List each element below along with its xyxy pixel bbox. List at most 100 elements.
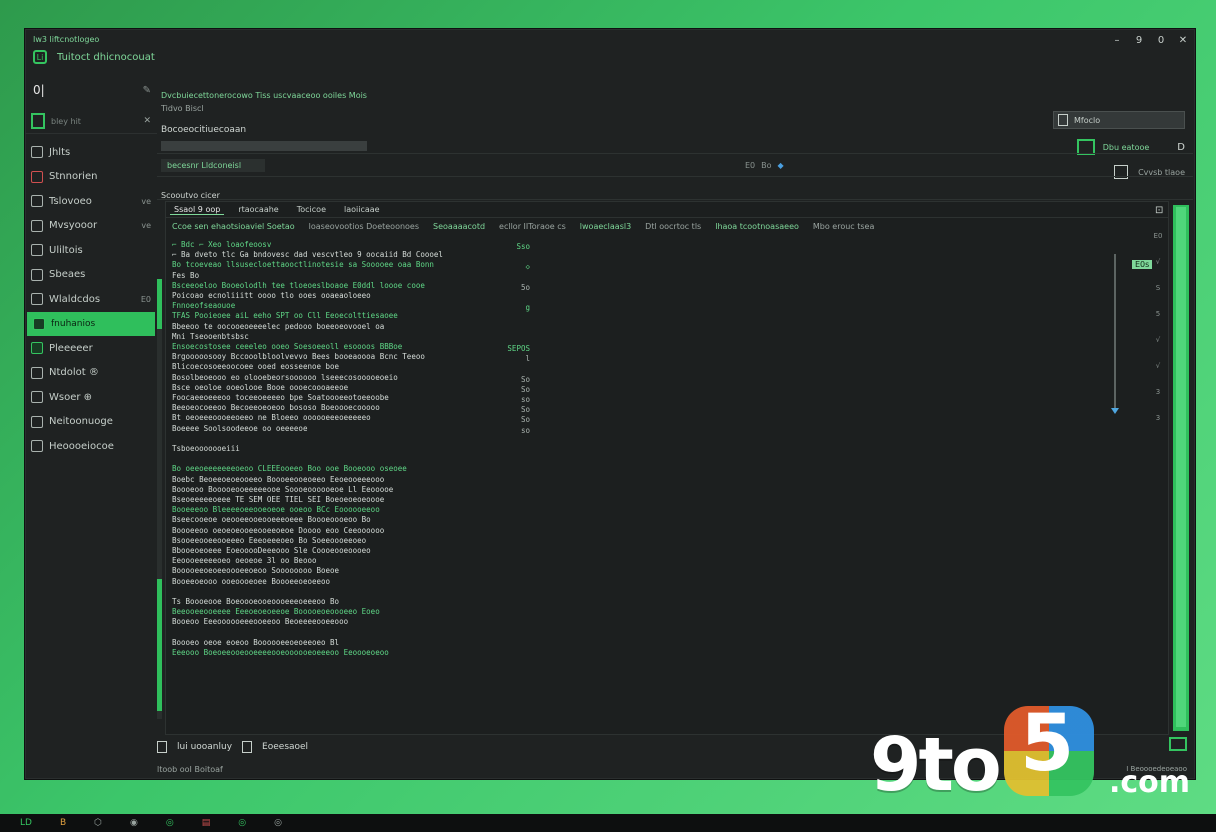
column-headers: Ccoe sen ehaotsioaviel Soetao loaseovooti…	[166, 218, 1168, 235]
tab-2[interactable]: Tocicoe	[293, 205, 330, 214]
filter-diamond-icon[interactable]: ◆	[778, 161, 784, 170]
breadcrumb[interactable]: Dvcbuiecettonerocowo Tiss uscvaaceoo ooi…	[161, 91, 1191, 100]
close-icon[interactable]: ✕	[1177, 35, 1189, 46]
filter-field-label: Mfoclo	[1074, 115, 1101, 125]
filter-row: becesnr Lldconeisl E0 Bo ◆	[157, 153, 1193, 177]
log-side-value	[484, 324, 530, 334]
sidebar-item-label: Neitoonuoge	[49, 416, 113, 428]
sidebar-item-11[interactable]: Neitoonuoge	[25, 410, 157, 435]
log-side-value	[484, 273, 530, 283]
taskbar-app-icon[interactable]: ⬡	[94, 817, 102, 829]
log-panel: Ssaol 9 oop rtaocaahe Tocicoe laoiicaae …	[165, 201, 1169, 735]
expand-icon[interactable]: ⊡	[1155, 205, 1163, 216]
title-bar: Iw3 liftcnotlogeo Li Tuitoct dhicnocouat…	[25, 29, 1195, 73]
sidebar-search[interactable]: bley hit ✕	[25, 109, 157, 134]
column-header[interactable]: Mbo erouc tsea	[813, 222, 875, 231]
doc-icon	[31, 244, 43, 257]
log-line: Bo oeeoeeeeeeeoeoo CLEEEooeeo Boo ooe Bo…	[172, 464, 407, 474]
taskbar-app-icon[interactable]: ◎	[274, 817, 282, 829]
window-title: Tuitoct dhicnocouat	[57, 51, 155, 63]
sidebar-item-4[interactable]: Uliltois	[25, 238, 157, 263]
main-scroll-thumb[interactable]	[1176, 207, 1186, 727]
restore-icon[interactable]: 9	[1133, 35, 1145, 46]
taskbar-app-icon[interactable]: ◎	[166, 817, 174, 829]
folder-icon	[31, 219, 43, 232]
log-line: Booeoo Eeeoooooeeeooeeoo Beoeeeeooeeooo	[172, 617, 349, 627]
log-side-value: l	[525, 354, 530, 364]
log-line: TFAS Pooieoee aiL eeho SPT oo Cll Eeoeco…	[172, 311, 398, 321]
minimize-icon[interactable]: –	[1111, 35, 1123, 46]
taskbar-app-icon[interactable]: ◉	[130, 817, 138, 829]
field-icon	[1058, 114, 1068, 126]
column-header[interactable]: Seoaaaacotd	[433, 222, 485, 231]
taskbar-app-icon[interactable]: ▤	[202, 817, 211, 829]
sidebar-item-1[interactable]: Stnnorien	[25, 165, 157, 190]
sidebar-item-label: Wlaldcdos	[49, 293, 101, 305]
sidebar-item-7[interactable]: fnuhanios	[27, 311, 155, 336]
filter-icon-a[interactable]: E0	[745, 161, 755, 170]
sidebar-scroll-thumb[interactable]	[157, 579, 162, 711]
tab-0[interactable]: Ssaol 9 oop	[170, 205, 225, 215]
log-line: ⌐ Bdc ⌐ Xeo loaofeoosv	[172, 240, 272, 249]
column-header[interactable]: loaseovootios Doeteoonoes	[309, 222, 419, 231]
panel-tabs: Ssaol 9 oop rtaocaahe Tocicoe laoiicaae	[166, 202, 1168, 218]
column-header[interactable]: lhaoa tcootnoasaeeo	[715, 222, 799, 231]
sidebar-item-0[interactable]: Jhlts	[25, 140, 157, 165]
sidebar-item-8[interactable]: Pleeeeer	[25, 336, 157, 361]
edit-icon[interactable]: ✎	[143, 85, 151, 96]
sidebar-item-3[interactable]: Mvsyooor ve	[25, 214, 157, 239]
log-line: Boeeee Soolsoodeeoe oo oeeeeoe	[172, 423, 308, 433]
log-line: Boooeoo Booooeooeeeeeooe Soooeoooooeoe L…	[172, 484, 394, 494]
sidebar-scroll-nub[interactable]	[157, 279, 162, 329]
log-line: Bsceeoeloo Booeolodlh tee tloeoeslboaoe …	[172, 280, 425, 290]
column-header[interactable]: Ccoe sen ehaotsioaviel Soetao	[172, 222, 295, 231]
search-clear-icon[interactable]: ✕	[143, 116, 151, 126]
footer-icon	[157, 741, 167, 753]
filter-icons: E0 Bo ◆	[745, 161, 784, 170]
column-header[interactable]: Dtl oocrtoc tls	[645, 222, 701, 231]
grid-icon	[31, 146, 43, 159]
sidebar-scrollbar[interactable]	[157, 279, 162, 719]
log-line: Eeeooo Boeoeeooeooeeeeooeoooooeoeeeoo Ee…	[172, 648, 389, 658]
sidebar-item-10[interactable]: Wsoer ⊕	[25, 385, 157, 410]
tab-1[interactable]: rtaocaahe	[234, 205, 282, 214]
sidebar-item-label: Ntdolot ®	[49, 367, 99, 379]
filter-icon-b[interactable]: Bo	[761, 161, 771, 170]
taskbar-app-icon[interactable]: ◎	[238, 817, 246, 829]
filter-chip[interactable]: becesnr Lldconeisl	[161, 158, 265, 172]
watermark-digit: 5	[1020, 699, 1075, 789]
filter-field[interactable]: Mfoclo	[1053, 111, 1185, 129]
tool-label: Dbu eatooe	[1102, 142, 1150, 152]
sidebar-item-12[interactable]: Heoooeiocoe	[25, 434, 157, 459]
sidebar-item-6[interactable]: Wlaldcdos E0	[25, 287, 157, 312]
taskbar-app-icon[interactable]: LD	[20, 817, 32, 829]
tab-3[interactable]: laoiicaae	[340, 205, 384, 214]
log-line: Ts Boooeooe Boeoooeooeoooeeeoeeeoo Bo	[172, 597, 340, 607]
pane-toggle-icon[interactable]: 0|	[33, 83, 45, 97]
tick-mark: √	[1155, 258, 1161, 266]
sidebar-header: 0| ✎	[25, 73, 157, 105]
doc-icon[interactable]: D	[1177, 142, 1185, 153]
note-icon	[31, 415, 43, 428]
main-scrollbar[interactable]	[1171, 205, 1189, 731]
app-window: Iw3 liftcnotlogeo Li Tuitoct dhicnocouat…	[24, 28, 1196, 780]
sidebar-item-2[interactable]: Tslovoeo ve	[25, 189, 157, 214]
log-output: ⌐ Bdc ⌐ Xeo loaofeoosv ⌐ Ba dveto tlc Ga …	[172, 240, 532, 730]
log-line: Beeoeocoeeoo Becoeeoeoeoo bososo Boeoooe…	[172, 403, 380, 413]
column-header[interactable]: lwoaeclaasl3	[580, 222, 631, 231]
taskbar-app-icon[interactable]: B	[60, 817, 66, 829]
footer-label[interactable]: lui uooanluy	[177, 742, 232, 752]
log-line: Eeoooeeeeeoeo oeoeoe 3l oo Beooo	[172, 556, 317, 566]
log-side-value: 5o	[520, 282, 530, 292]
maximize-icon[interactable]: 0	[1155, 35, 1167, 46]
sidebar-item-5[interactable]: Sbeaes	[25, 263, 157, 288]
footer-label-2[interactable]: Eoeesaoel	[262, 742, 308, 752]
column-header[interactable]: ecllor IIToraoe cs	[499, 222, 566, 231]
log-line: Bt oeoeeeoooeeoeeo ne Bloeeo oooooeeeoee…	[172, 413, 371, 423]
window-controls: – 9 0 ✕	[1111, 35, 1189, 46]
path-bar	[161, 141, 367, 151]
footer: lui uooanluy Eoeesaoel	[157, 741, 308, 753]
page-icon	[31, 391, 43, 404]
sidebar-item-label: Heoooeiocoe	[49, 440, 114, 452]
sidebar-item-9[interactable]: Ntdolot ®	[25, 361, 157, 386]
